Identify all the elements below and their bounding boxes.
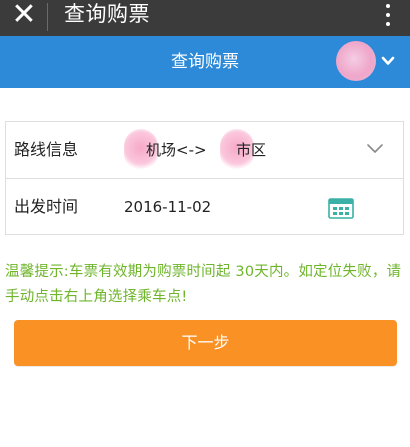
titlebar-divider: [47, 3, 48, 31]
avatar[interactable]: [336, 41, 376, 81]
route-origin: 机场<->: [146, 141, 207, 159]
more-vertical-icon[interactable]: [382, 1, 394, 29]
calendar-icon[interactable]: [328, 197, 354, 219]
route-destination: 市区: [236, 141, 267, 159]
window-titlebar: ✕ 查询购票: [0, 0, 410, 36]
close-icon[interactable]: ✕: [10, 0, 38, 30]
departure-label: 出发时间: [14, 197, 79, 216]
route-label: 路线信息: [14, 140, 79, 159]
chevron-down-icon[interactable]: [381, 54, 395, 68]
departure-row[interactable]: 出发时间 2016-11-02: [6, 179, 403, 235]
ticket-query-form: 路线信息 机场<-> 市区 出发时间 2016-11-02: [5, 121, 404, 235]
window-title: 查询购票: [64, 2, 150, 26]
warm-tip-text: 温馨提示:车票有效期为购票时间起 30天内。如定位失败，请手动点击右上角选择乘车…: [5, 264, 402, 305]
route-value[interactable]: 机场<-> 市区: [124, 122, 334, 178]
next-step-button[interactable]: 下一步: [14, 320, 397, 366]
chevron-down-icon[interactable]: [366, 142, 384, 156]
page-header: 查询购票: [0, 36, 410, 88]
departure-date[interactable]: 2016-11-02: [124, 179, 211, 235]
route-row[interactable]: 路线信息 机场<-> 市区: [6, 122, 403, 179]
